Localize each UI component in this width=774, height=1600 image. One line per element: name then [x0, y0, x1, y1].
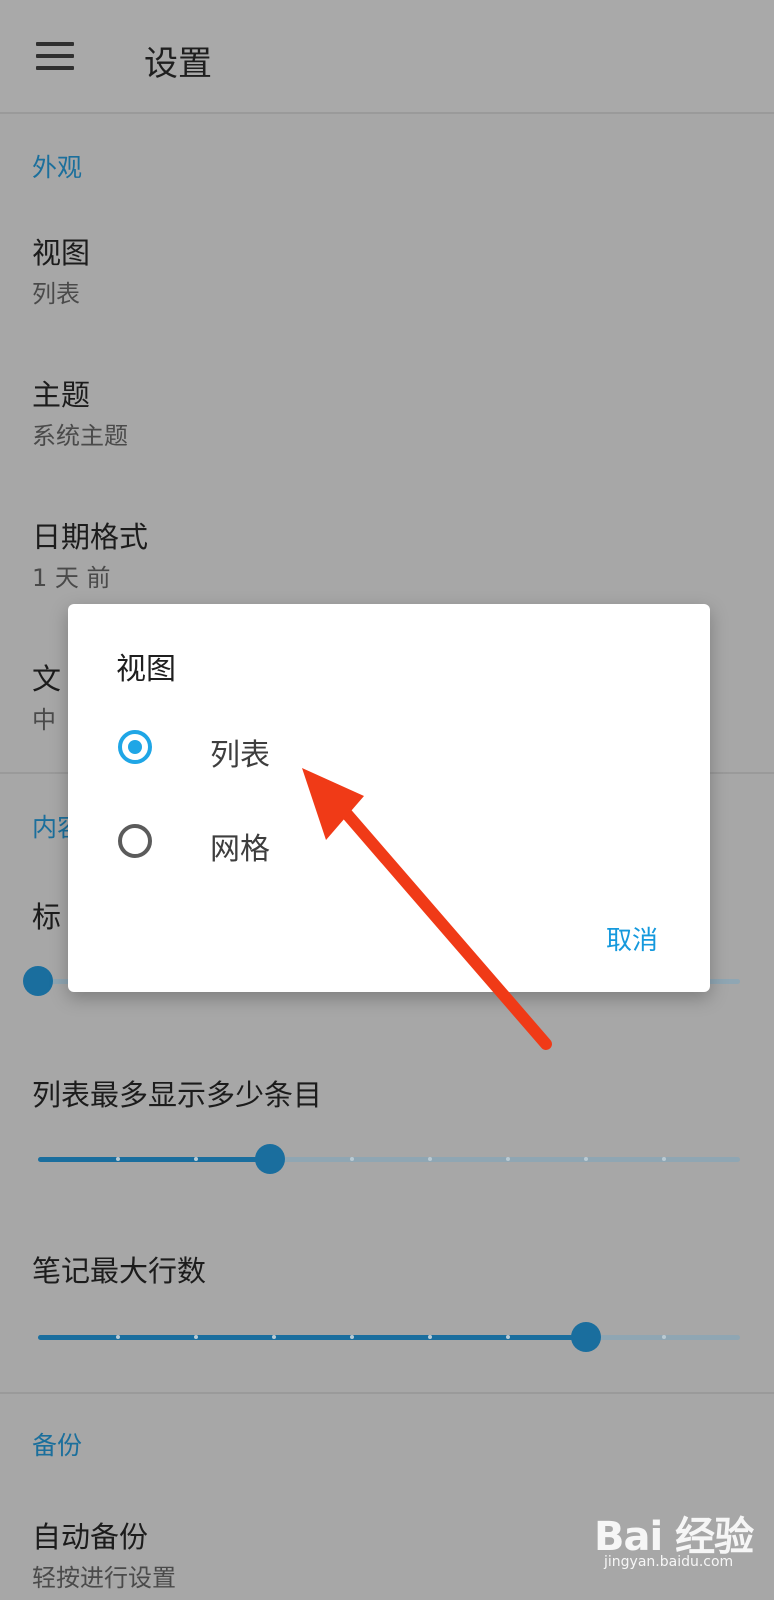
- arrow-shaft: [334, 800, 552, 1050]
- annotation-arrow-icon: [302, 768, 552, 1050]
- watermark-url: jingyan.baidu.com: [604, 1554, 734, 1570]
- baidu-watermark-logo: Bai 经验 jingyan.baidu.com: [590, 1484, 764, 1580]
